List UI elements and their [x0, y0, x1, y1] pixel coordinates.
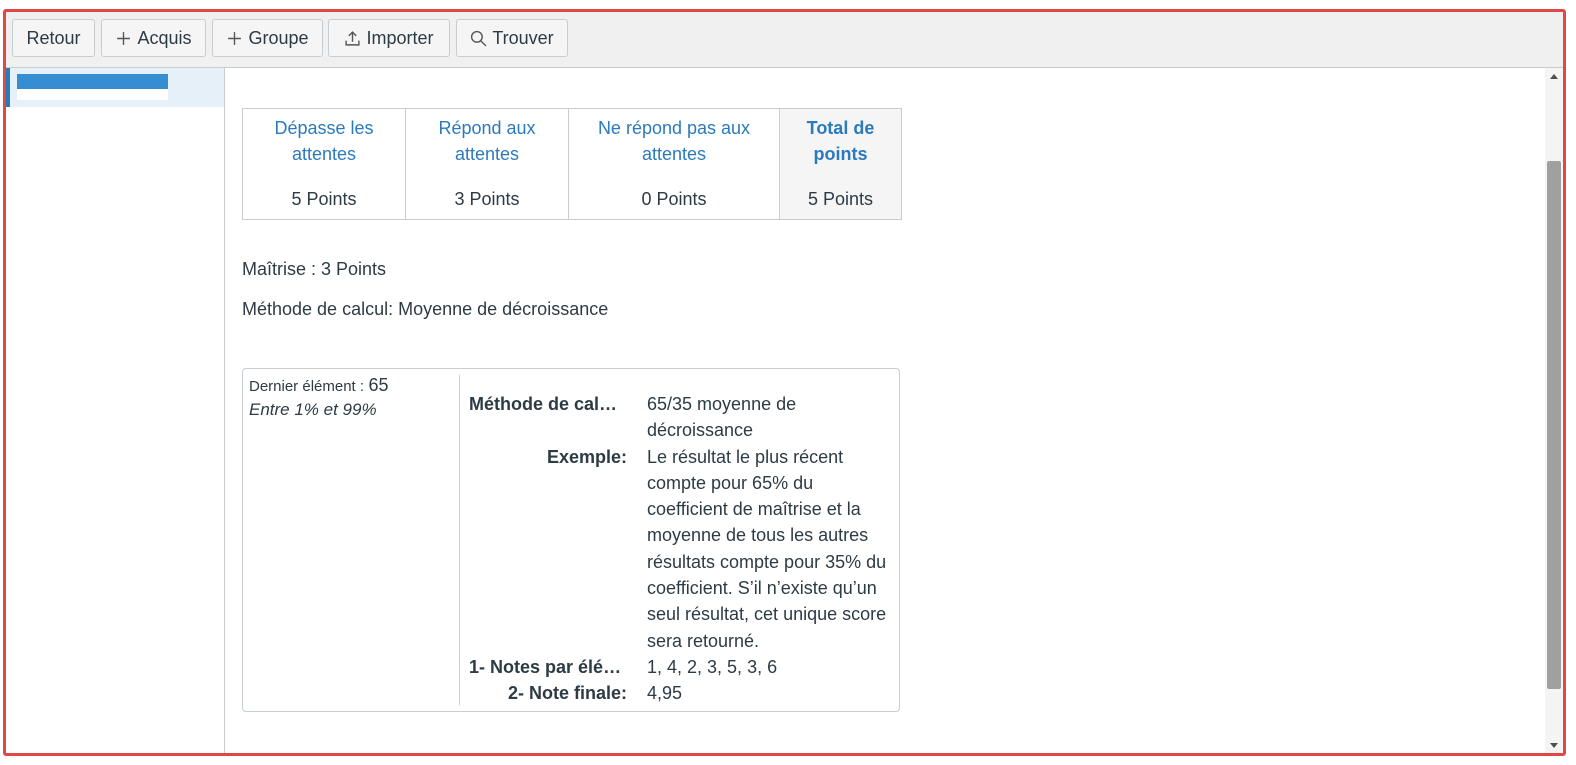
find-label: Trouver	[492, 27, 554, 48]
rubric-level-does-not-meet: Ne répond pas aux attentes 0 Points	[568, 108, 780, 220]
selected-item-fill	[17, 74, 168, 89]
last-item-value: 65	[368, 375, 389, 395]
back-button[interactable]: Retour	[12, 19, 95, 57]
calculation-method-text: Méthode de calcul: Moyenne de décroissan…	[242, 299, 609, 319]
calc-row-key: Méthode de calcul:	[469, 394, 632, 414]
add-outcome-label: Acquis	[137, 27, 192, 48]
selected-item-highlight	[17, 74, 168, 100]
search-icon	[470, 30, 487, 47]
rubric-level-meets: Répond aux attentes 3 Points	[405, 108, 569, 220]
import-label: Importer	[366, 27, 434, 48]
upload-icon	[344, 30, 361, 47]
calc-row-value: 4,95	[647, 683, 683, 704]
add-outcome-button[interactable]: Acquis	[101, 19, 206, 57]
scrollbar-thumb[interactable]	[1547, 161, 1561, 689]
mastery-text: Maîtrise : 3 Points	[242, 259, 387, 279]
rubric-total-value: 5 Points	[807, 189, 874, 209]
rubric-level-exceeds: Dépasse les attentes 5 Points	[242, 108, 406, 220]
calc-row-method: Méthode de calcul: 65/35 moyenne de décr…	[469, 391, 897, 444]
sidebar-selected-item[interactable]	[6, 68, 224, 107]
rubric-level-name: Dépasse les attentes	[274, 118, 374, 164]
calc-row-value: Le résultat le plus récent compte pour 6…	[647, 446, 887, 651]
scroll-down-arrow-icon[interactable]	[1550, 743, 1558, 748]
add-group-button[interactable]: Groupe	[212, 19, 323, 57]
vertical-scrollbar[interactable]	[1545, 68, 1563, 753]
outcome-details: Dépasse les attentes 5 Points Répond aux…	[225, 68, 1545, 753]
last-item-label: Dernier élément :	[249, 378, 365, 395]
calculation-details: Méthode de calcul: 65/35 moyenne de décr…	[469, 391, 897, 707]
rubric-level-points: 5 Points	[291, 189, 357, 209]
rubric-level-points: 3 Points	[454, 189, 520, 209]
calc-row-final-score: 2- Note finale: 4,95	[469, 680, 897, 706]
calc-row-value: 65/35 moyenne de décroissance	[647, 394, 797, 441]
import-button[interactable]: Importer	[328, 19, 450, 57]
toolbar: Retour Acquis Groupe Importer Trouver	[6, 12, 1563, 68]
calc-row-key: 2- Note finale:	[507, 683, 627, 704]
weight-range: Entre 1% et 99%	[249, 400, 377, 419]
add-group-label: Groupe	[248, 27, 309, 48]
calculation-box: Dernier élément : 65 Entre 1% et 99% Mét…	[242, 368, 900, 712]
app-frame: Retour Acquis Groupe Importer Trouver Dé…	[3, 9, 1566, 756]
rubric-table: Dépasse les attentes 5 Points Répond aux…	[242, 108, 902, 220]
find-button[interactable]: Trouver	[456, 19, 568, 57]
calc-row-example: Exemple: Le résultat le plus récent comp…	[469, 444, 897, 654]
calc-row-item-scores: 1- Notes par élém… 1, 4, 2, 3, 5, 3, 6	[469, 654, 897, 680]
plus-icon	[115, 30, 132, 47]
rubric-total-name: Total de points	[806, 118, 875, 164]
last-item-panel: Dernier élément : 65 Entre 1% et 99%	[249, 375, 454, 420]
back-button-label: Retour	[26, 27, 81, 48]
panel-divider	[459, 375, 460, 705]
rubric-level-name: Ne répond pas aux attentes	[597, 118, 751, 164]
calc-row-key: Exemple:	[546, 446, 627, 467]
scroll-up-arrow-icon[interactable]	[1550, 74, 1558, 79]
plus-icon	[226, 30, 243, 47]
rubric-level-name: Répond aux attentes	[438, 118, 536, 164]
calc-row-value: 1, 4, 2, 3, 5, 3, 6	[647, 656, 778, 677]
calc-row-key: 1- Notes par élém…	[469, 656, 638, 677]
rubric-total-points: Total de points 5 Points	[779, 108, 902, 220]
rubric-level-points: 0 Points	[641, 189, 707, 209]
outcomes-sidebar	[6, 68, 225, 753]
